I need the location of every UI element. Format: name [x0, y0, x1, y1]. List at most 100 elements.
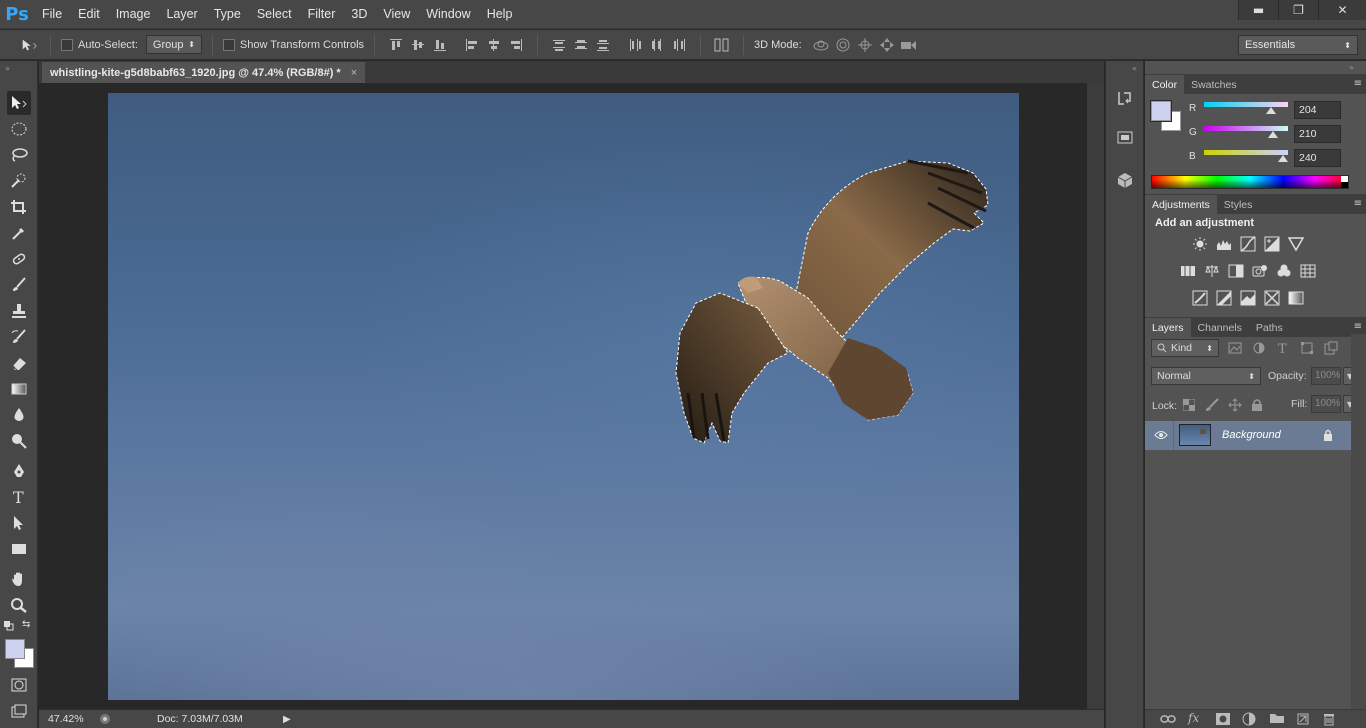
expand-panels-icon[interactable]: « [1132, 64, 1137, 73]
curves-icon[interactable] [1240, 236, 1256, 252]
distribute-left-icon[interactable] [626, 36, 644, 54]
distribute-vertical-centers-icon[interactable] [572, 36, 590, 54]
filter-type-icon[interactable]: T [1275, 340, 1291, 356]
green-value-field[interactable]: 210 [1294, 125, 1341, 143]
invert-icon[interactable] [1192, 290, 1208, 306]
exposure-icon[interactable] [1264, 236, 1280, 252]
color-spectrum-ramp[interactable] [1151, 175, 1349, 189]
new-adjustment-layer-icon[interactable] [1242, 712, 1258, 726]
align-vertical-centers-icon[interactable] [409, 36, 427, 54]
restore-button[interactable]: ❐ [1278, 0, 1318, 20]
tab-channels[interactable]: Channels [1191, 318, 1249, 337]
blend-mode-dropdown[interactable]: Normal ⬍ [1151, 367, 1261, 385]
add-mask-icon[interactable] [1215, 712, 1231, 726]
blue-slider-thumb[interactable] [1278, 155, 1289, 162]
distribute-bottom-icon[interactable] [594, 36, 612, 54]
lock-all-icon[interactable] [1250, 398, 1264, 412]
layer-row-background[interactable]: Background [1145, 421, 1351, 450]
blue-value-field[interactable]: 240 [1294, 149, 1341, 167]
menu-help[interactable]: Help [479, 0, 521, 29]
color-lookup-icon[interactable] [1300, 263, 1316, 279]
crop-tool-icon[interactable] [7, 195, 31, 219]
show-transform-checkbox[interactable] [222, 38, 235, 51]
auto-align-layers-icon[interactable] [713, 36, 731, 54]
filter-shape-icon[interactable] [1299, 340, 1315, 356]
red-slider-thumb[interactable] [1266, 107, 1277, 114]
gradient-tool-icon[interactable] [7, 377, 31, 401]
menu-image[interactable]: Image [108, 0, 159, 29]
opacity-field[interactable]: 100% [1311, 367, 1341, 385]
brush-tool-icon[interactable] [7, 273, 31, 297]
tab-layers[interactable]: Layers [1145, 318, 1191, 337]
healing-brush-tool-icon[interactable] [7, 247, 31, 271]
color-panel-menu-icon[interactable]: ≡ [1354, 78, 1362, 89]
vertical-scrollbar[interactable] [1087, 83, 1104, 709]
rectangle-tool-icon[interactable] [7, 537, 31, 561]
collapse-toolbar-icon[interactable]: » [5, 64, 10, 73]
lock-position-icon[interactable] [1228, 398, 1242, 412]
document-tab[interactable]: whistling-kite-g5d8babf63_1920.jpg @ 47.… [42, 62, 366, 83]
screen-mode-icon[interactable] [7, 699, 31, 723]
menu-file[interactable]: File [34, 0, 70, 29]
filter-smart-object-icon[interactable] [1323, 340, 1339, 356]
tab-color[interactable]: Color [1145, 75, 1185, 94]
3d-pan-icon[interactable] [856, 36, 874, 54]
tab-styles[interactable]: Styles [1217, 195, 1260, 214]
align-right-edges-icon[interactable] [507, 36, 525, 54]
black-white-icon[interactable] [1228, 263, 1244, 279]
color-foreground-swatch[interactable] [1150, 100, 1172, 122]
hand-tool-icon[interactable] [7, 567, 31, 591]
eraser-tool-icon[interactable] [7, 351, 31, 375]
menu-3d[interactable]: 3D [343, 0, 375, 29]
swap-colors-icon[interactable]: ⇆ [22, 619, 30, 630]
lock-image-pixels-icon[interactable] [1205, 398, 1219, 412]
menu-view[interactable]: View [375, 0, 418, 29]
distribute-right-icon[interactable] [670, 36, 688, 54]
levels-icon[interactable] [1216, 236, 1232, 252]
minimize-button[interactable]: ▬ [1238, 0, 1278, 20]
move-tool-icon[interactable] [7, 91, 31, 115]
align-horizontal-centers-icon[interactable] [485, 36, 503, 54]
gradient-map-icon[interactable] [1288, 290, 1304, 306]
channel-mixer-icon[interactable] [1276, 263, 1292, 279]
tab-paths[interactable]: Paths [1249, 318, 1290, 337]
selective-color-icon[interactable] [1264, 290, 1280, 306]
image-canvas[interactable] [108, 93, 1019, 700]
menu-select[interactable]: Select [249, 0, 300, 29]
menu-edit[interactable]: Edit [70, 0, 108, 29]
link-layers-icon[interactable] [1160, 712, 1176, 726]
blur-tool-icon[interactable] [7, 403, 31, 427]
layer-lock-icon[interactable] [1322, 428, 1334, 442]
layer-visibility-eye-icon[interactable] [1153, 429, 1169, 441]
workspace-switcher[interactable]: Essentials ⬍ [1238, 35, 1358, 55]
brightness-contrast-icon[interactable] [1192, 236, 1208, 252]
3d-orbit-icon[interactable] [812, 36, 830, 54]
path-selection-tool-icon[interactable] [7, 511, 31, 535]
marquee-tool-icon[interactable] [7, 117, 31, 141]
photo-filter-icon[interactable] [1252, 263, 1268, 279]
menu-layer[interactable]: Layer [158, 0, 205, 29]
distribute-horizontal-centers-icon[interactable] [648, 36, 666, 54]
history-panel-icon[interactable] [1114, 87, 1136, 109]
collapse-panels-icon[interactable]: » [1349, 63, 1354, 72]
layers-scrollbar[interactable] [1351, 334, 1366, 709]
status-info-icon[interactable] [97, 712, 113, 726]
red-value-field[interactable]: 204 [1294, 101, 1341, 119]
green-slider-thumb[interactable] [1268, 131, 1279, 138]
threshold-icon[interactable] [1240, 290, 1256, 306]
move-tool-preset-icon[interactable] [20, 36, 38, 54]
layer-name[interactable]: Background [1222, 429, 1281, 441]
vibrance-icon[interactable] [1288, 236, 1304, 252]
quick-selection-tool-icon[interactable] [7, 169, 31, 193]
3d-roll-icon[interactable] [834, 36, 852, 54]
menu-filter[interactable]: Filter [300, 0, 344, 29]
zoom-level[interactable]: 47.42% [48, 713, 93, 725]
foreground-color-swatch[interactable] [5, 639, 25, 659]
fill-field[interactable]: 100% [1311, 395, 1341, 413]
layer-filter-kind-dropdown[interactable]: Kind ⬍ [1151, 339, 1219, 357]
lasso-tool-icon[interactable] [7, 143, 31, 167]
delete-layer-icon[interactable] [1323, 712, 1339, 726]
menu-window[interactable]: Window [418, 0, 478, 29]
auto-select-dropdown[interactable]: Group ⬍ [145, 35, 202, 54]
layers-panel-menu-icon[interactable]: ≡ [1354, 321, 1362, 332]
